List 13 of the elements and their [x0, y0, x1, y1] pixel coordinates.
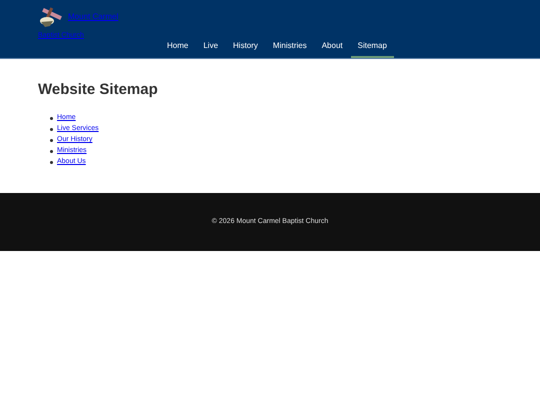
page-title: Website Sitemap	[38, 80, 159, 100]
logo-icon	[38, 6, 64, 28]
nav-link[interactable]: Ministries	[266, 36, 314, 58]
bullet-icon	[50, 161, 53, 164]
nav-link[interactable]: Live	[196, 36, 226, 58]
nav-link[interactable]: Home	[160, 36, 196, 58]
bullet-icon	[50, 128, 53, 131]
bullet-icon	[50, 117, 53, 120]
nav-link[interactable]: Sitemap	[350, 36, 394, 58]
nav-link[interactable]: History	[226, 36, 265, 58]
nav-link[interactable]: About	[314, 36, 350, 58]
bullet-icon	[50, 139, 53, 142]
bullet-icon	[50, 150, 53, 153]
